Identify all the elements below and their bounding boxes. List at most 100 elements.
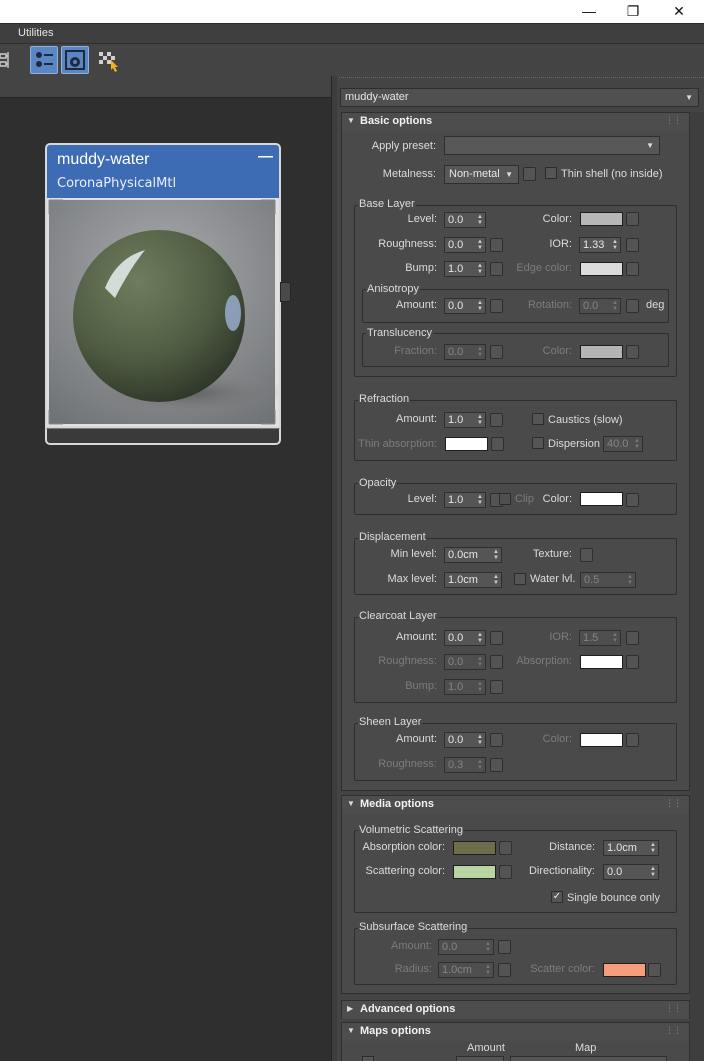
maps-map-header: Map xyxy=(575,1042,597,1054)
clearcoat-bump-map-button[interactable] xyxy=(490,680,503,694)
sss-radius-map-button[interactable] xyxy=(498,963,511,977)
sheen-amount-spinner[interactable]: 0.0 ▲ ▼ xyxy=(444,732,486,748)
opacity-color-map-button[interactable] xyxy=(626,493,639,507)
thin-absorption-map-button[interactable] xyxy=(491,437,504,451)
max-level-label: Max level: xyxy=(387,573,437,585)
absorption-color-swatch[interactable] xyxy=(453,841,496,855)
metalness-map-button[interactable] xyxy=(523,167,536,181)
maximize-button[interactable]: ❐ xyxy=(610,0,656,23)
apply-preset-dropdown[interactable]: ▼ xyxy=(444,136,660,155)
caustics-checkbox[interactable] xyxy=(532,413,544,425)
maps-options-header[interactable]: ▼ Maps options ⋮⋮ xyxy=(342,1023,689,1041)
base-color-swatch[interactable] xyxy=(580,212,623,226)
scatter-color-map-button[interactable] xyxy=(648,963,661,977)
maps-row-checkbox[interactable] xyxy=(362,1056,374,1061)
absorption-color-map-button[interactable] xyxy=(499,841,512,855)
refraction-amount-map-button[interactable] xyxy=(490,413,503,427)
sheen-roughness-spinner[interactable]: 0.3 ▲ ▼ xyxy=(444,757,486,773)
minimize-button[interactable]: — xyxy=(566,0,612,23)
sheen-amount-map-button[interactable] xyxy=(490,733,503,747)
sheen-group xyxy=(354,723,677,781)
base-ior-spinner[interactable]: 1.33 ▲ ▼ xyxy=(579,237,621,253)
thin-shell-checkbox[interactable] xyxy=(545,167,557,179)
clearcoat-amount-map-button[interactable] xyxy=(490,631,503,645)
clearcoat-roughness-spinner[interactable]: 0.0 ▲ ▼ xyxy=(444,654,486,670)
translucency-color-map-button[interactable] xyxy=(626,345,639,359)
node-header[interactable]: muddy-water CoronaPhysicalMtl — xyxy=(45,143,281,198)
clearcoat-ior-spinner[interactable]: 1.5 ▲ ▼ xyxy=(579,630,621,646)
media-options-header[interactable]: ▼ Media options ⋮⋮ xyxy=(342,796,689,814)
node-collapse-button[interactable]: — xyxy=(258,148,273,165)
translucency-color-swatch[interactable] xyxy=(580,345,623,359)
dispersion-spinner[interactable]: 40.0 ▲ ▼ xyxy=(603,436,643,452)
base-ior-map-button[interactable] xyxy=(626,238,639,252)
sheen-roughness-map-button[interactable] xyxy=(490,758,503,772)
close-button[interactable]: ✕ xyxy=(656,0,702,23)
clearcoat-ior-label: IOR: xyxy=(549,631,572,643)
texture-map-button[interactable] xyxy=(580,548,593,562)
base-color-map-button[interactable] xyxy=(626,212,639,226)
scattering-color-map-button[interactable] xyxy=(499,865,512,879)
thin-absorption-swatch[interactable] xyxy=(445,437,488,451)
distance-spinner[interactable]: 1.0cm ▲ ▼ xyxy=(603,840,659,856)
fraction-map-button[interactable] xyxy=(490,345,503,359)
material-preview-icon[interactable] xyxy=(61,46,89,74)
aniso-rotation-map-button[interactable] xyxy=(626,299,639,313)
single-bounce-checkbox[interactable]: ✓ xyxy=(551,891,563,903)
base-level-spinner[interactable]: 0.0 ▲ ▼ xyxy=(444,212,486,228)
base-roughness-map-button[interactable] xyxy=(490,238,503,252)
aniso-amount-map-button[interactable] xyxy=(490,299,503,313)
aniso-amount-spinner[interactable]: 0.0 ▲ ▼ xyxy=(444,298,486,314)
translucency-title: Translucency xyxy=(366,327,434,339)
clip-checkbox[interactable] xyxy=(499,493,511,505)
material-node[interactable]: muddy-water CoronaPhysicalMtl — xyxy=(45,143,287,445)
sss-amount-map-button[interactable] xyxy=(498,940,511,954)
anisotropy-title: Anisotropy xyxy=(366,283,420,295)
edge-color-swatch[interactable] xyxy=(580,262,623,276)
sss-amount-spinner[interactable]: 0.0 ▲ ▼ xyxy=(438,939,494,955)
displacement-title: Displacement xyxy=(358,531,427,543)
basic-options-header[interactable]: ▼ Basic options ⋮⋮ xyxy=(342,113,689,131)
refraction-amount-spinner[interactable]: 1.0 ▲ ▼ xyxy=(444,412,486,428)
layout-icon[interactable] xyxy=(0,46,16,74)
clearcoat-amount-spinner[interactable]: 0.0 ▲ ▼ xyxy=(444,630,486,646)
base-roughness-spinner[interactable]: 0.0 ▲ ▼ xyxy=(444,237,486,253)
sheen-color-map-button[interactable] xyxy=(626,733,639,747)
sss-radius-spinner[interactable]: 1.0cm ▲ ▼ xyxy=(438,962,494,978)
clearcoat-absorption-swatch[interactable] xyxy=(580,655,623,669)
render-checker-icon[interactable] xyxy=(95,46,123,74)
maps-amount-spinner[interactable] xyxy=(456,1056,504,1061)
volumetric-title: Volumetric Scattering xyxy=(358,824,464,836)
show-list-icon[interactable] xyxy=(30,46,58,74)
opacity-level-spinner[interactable]: 1.0 ▲ ▼ xyxy=(444,492,486,508)
sheen-color-swatch[interactable] xyxy=(580,733,623,747)
water-level-checkbox[interactable] xyxy=(514,573,526,585)
directionality-spinner[interactable]: 0.0 ▲ ▼ xyxy=(603,864,659,880)
min-level-spinner[interactable]: 0.0cm ▲ ▼ xyxy=(444,547,502,563)
opacity-color-swatch[interactable] xyxy=(580,492,623,506)
panel-drag-bar[interactable] xyxy=(339,77,704,85)
clearcoat-bump-spinner[interactable]: 1.0 ▲ ▼ xyxy=(444,679,486,695)
expand-triangle-icon: ▶ xyxy=(347,1004,354,1013)
base-bump-label: Bump: xyxy=(405,262,437,274)
dispersion-checkbox[interactable] xyxy=(532,437,544,449)
fraction-spinner[interactable]: 0.0 ▲ ▼ xyxy=(444,344,486,360)
aniso-rotation-spinner[interactable]: 0.0 ▲ ▼ xyxy=(579,298,621,314)
sheen-color-label: Color: xyxy=(542,733,572,745)
metalness-value: Non-metal xyxy=(449,168,500,180)
water-level-spinner[interactable]: 0.5 ▲ ▼ xyxy=(580,572,636,588)
metalness-dropdown[interactable]: Non-metal ▼ xyxy=(444,165,519,184)
panel-scrollbar[interactable] xyxy=(690,112,704,1061)
base-bump-spinner[interactable]: 1.0 ▲ ▼ xyxy=(444,261,486,277)
edge-color-map-button[interactable] xyxy=(626,262,639,276)
node-output-socket[interactable] xyxy=(280,282,291,302)
clearcoat-absorption-map-button[interactable] xyxy=(626,655,639,669)
max-level-spinner[interactable]: 1.0cm ▲ ▼ xyxy=(444,572,502,588)
material-name-dropdown[interactable]: muddy-water ▼ xyxy=(340,88,699,107)
advanced-options-header[interactable]: ▶ Advanced options ⋮⋮ xyxy=(342,1001,689,1019)
scatter-color-swatch[interactable] xyxy=(603,963,646,977)
maps-map-button[interactable] xyxy=(510,1056,667,1061)
clearcoat-ior-map-button[interactable] xyxy=(626,631,639,645)
menu-utilities[interactable]: Utilities xyxy=(18,27,53,39)
scattering-color-swatch[interactable] xyxy=(453,865,496,879)
